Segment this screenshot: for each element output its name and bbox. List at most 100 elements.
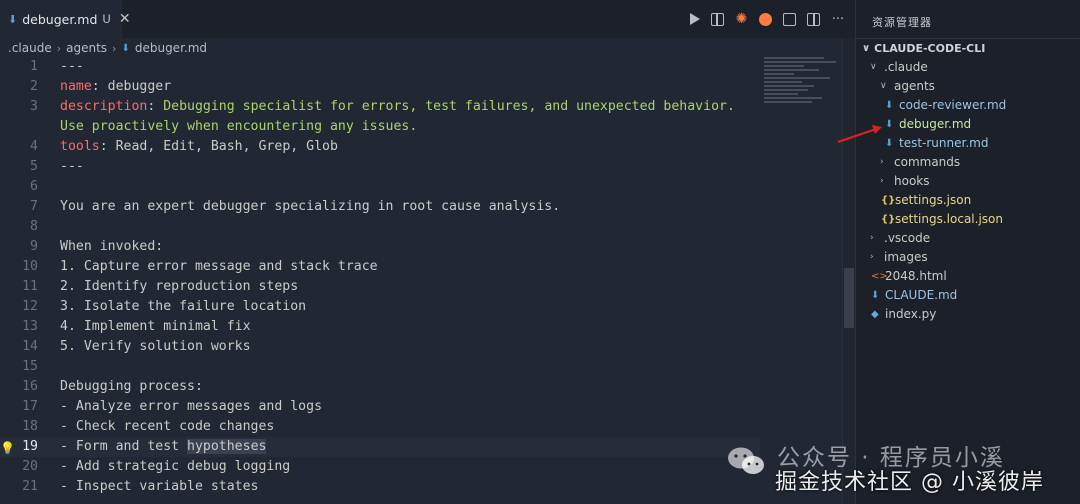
breadcrumb-item-claude[interactable]: .claude [8, 41, 52, 55]
code-token: - Inspect variable states [60, 479, 259, 494]
scrollbar-thumb[interactable] [844, 268, 854, 328]
close-tab-icon[interactable]: ✕ [119, 11, 131, 27]
code-token: 4. Implement minimal fix [60, 319, 251, 334]
tree-file[interactable]: ⬇ debuger.md [856, 115, 1080, 134]
tab-bar: ⬇ debuger.md U ✕ ✺ ··· [0, 0, 855, 38]
chevron-down-icon: ∨ [862, 43, 871, 54]
line-number: 6 [30, 179, 38, 194]
tree-item-label: CLAUDE.md [885, 288, 958, 302]
line-text: When invoked: [60, 237, 163, 257]
code-line[interactable]: 3 description: Debugging specialist for e… [0, 97, 760, 117]
line-text: description: Debugging specialist for er… [60, 97, 735, 117]
code-line[interactable]: 6 [0, 177, 760, 197]
python-file-icon: ◆ [871, 309, 879, 320]
code-line[interactable]: 2 name: debugger [0, 77, 760, 97]
tree-folder[interactable]: ∨ .claude [856, 58, 1080, 77]
code-token: : debugger [91, 79, 172, 94]
code-line[interactable]: 20 - Add strategic debug logging [0, 457, 760, 477]
yaml-key: tools [60, 139, 100, 154]
code-line[interactable]: 💡 19- Form and test hypotheses [0, 437, 760, 457]
code-line[interactable]: 16 Debugging process: [0, 377, 760, 397]
breadcrumb-item-agents[interactable]: agents [66, 41, 107, 55]
code-token: You are an expert debugger specializing … [60, 199, 561, 214]
code-line[interactable]: 4 tools: Read, Edit, Bash, Grep, Glob [0, 137, 760, 157]
chevron-down-icon[interactable]: ∨ [870, 58, 877, 77]
code-editor[interactable]: 1 --- 2 name: debugger 3 description: Debuggi… [0, 57, 760, 497]
tree-file[interactable]: {} settings.local.json [856, 210, 1080, 229]
tree-folder[interactable]: › .vscode [856, 229, 1080, 248]
code-line[interactable]: Use proactively when encountering any is… [0, 117, 760, 137]
chevron-right-icon[interactable]: › [880, 153, 884, 172]
chat-icon[interactable] [759, 12, 772, 26]
tree-file[interactable]: ⬇ test-runner.md [856, 134, 1080, 153]
line-number: 18 [22, 419, 38, 434]
tree-item-label: commands [894, 155, 961, 169]
line-text: name: debugger [60, 77, 171, 97]
code-line[interactable]: 5 --- [0, 157, 760, 177]
tree-file[interactable]: {} settings.json [856, 191, 1080, 210]
line-number: 12 [22, 299, 38, 314]
tab-debuger-md[interactable]: ⬇ debuger.md U ✕ [0, 0, 131, 38]
line-number: 8 [30, 219, 38, 234]
tree-item-label: agents [894, 79, 935, 93]
tree-file[interactable]: ⬇ code-reviewer.md [856, 96, 1080, 115]
chevron-right-icon: › [56, 41, 62, 55]
tree-item-label: code-reviewer.md [899, 98, 1007, 112]
code-line[interactable]: 21 - Inspect variable states [0, 477, 760, 497]
code-line[interactable]: 13 4. Implement minimal fix [0, 317, 760, 337]
tree-item-label: 2048.html [885, 269, 947, 283]
code-line[interactable]: 8 [0, 217, 760, 237]
line-text: --- [60, 57, 84, 77]
code-token: - Check recent code changes [60, 419, 275, 434]
minimap[interactable] [764, 57, 842, 117]
word-highlight: hypotheses [187, 439, 267, 454]
open-preview-icon[interactable] [711, 12, 724, 26]
vertical-scrollbar[interactable] [842, 38, 855, 504]
tree-file[interactable]: <> 2048.html [856, 267, 1080, 286]
run-icon[interactable] [690, 13, 700, 25]
line-number: 20 [22, 459, 38, 474]
tree-folder[interactable]: › images [856, 248, 1080, 267]
code-line[interactable]: 18 - Check recent code changes [0, 417, 760, 437]
tree-file[interactable]: ◆ index.py [856, 305, 1080, 324]
code-line[interactable]: 12 3. Isolate the failure location [0, 297, 760, 317]
tree-folder[interactable]: ∨ agents [856, 77, 1080, 96]
code-line[interactable]: 17 - Analyze error messages and logs [0, 397, 760, 417]
code-line[interactable]: 10 1. Capture error message and stack tra… [0, 257, 760, 277]
line-number: 4 [30, 139, 38, 154]
code-line[interactable]: 7 You are an expert debugger specializing… [0, 197, 760, 217]
markdown-file-icon: ⬇ [121, 42, 130, 54]
editor-area[interactable]: ⬇ debuger.md U ✕ ✺ ··· .claude › agents … [0, 0, 855, 504]
split-editor-icon[interactable] [807, 12, 820, 26]
line-text: 3. Isolate the failure location [60, 297, 306, 317]
markdown-file-icon: ⬇ [885, 119, 894, 130]
code-line[interactable]: 1 --- [0, 57, 760, 77]
line-number: 15 [22, 359, 38, 374]
line-text: You are an expert debugger specializing … [60, 197, 560, 217]
line-number: 7 [30, 199, 38, 214]
line-text: 5. Verify solution works [60, 337, 251, 357]
chevron-down-icon[interactable]: ∨ [880, 77, 887, 96]
chevron-right-icon[interactable]: › [870, 248, 874, 267]
yaml-string: Debugging specialist for errors, test fa… [163, 99, 735, 114]
tree-folder[interactable]: › commands [856, 153, 1080, 172]
breadcrumb-item-file[interactable]: debuger.md [135, 41, 207, 55]
claude-spark-icon[interactable]: ✺ [735, 12, 748, 26]
compare-changes-icon[interactable] [783, 12, 796, 26]
line-text: - Inspect variable states [60, 477, 259, 497]
code-line[interactable]: 9 When invoked: [0, 237, 760, 257]
line-text: --- [60, 157, 84, 177]
tree-item-label: .vscode [884, 231, 931, 245]
code-line[interactable]: 11 2. Identify reproduction steps [0, 277, 760, 297]
more-actions-icon[interactable]: ··· [831, 13, 845, 26]
chevron-right-icon[interactable]: › [880, 172, 884, 191]
code-line[interactable]: 14 5. Verify solution works [0, 337, 760, 357]
chevron-right-icon: › [112, 41, 117, 55]
code-token: 1. Capture error message and stack trace [60, 259, 378, 274]
code-line[interactable]: 15 [0, 357, 760, 377]
tree-file[interactable]: ⬇ CLAUDE.md [856, 286, 1080, 305]
chevron-right-icon[interactable]: › [870, 229, 874, 248]
breadcrumb: .claude › agents › ⬇ debuger.md [8, 38, 207, 58]
tree-folder[interactable]: › hooks [856, 172, 1080, 191]
workspace-root[interactable]: ∨ CLAUDE-CODE-CLI [862, 39, 985, 58]
